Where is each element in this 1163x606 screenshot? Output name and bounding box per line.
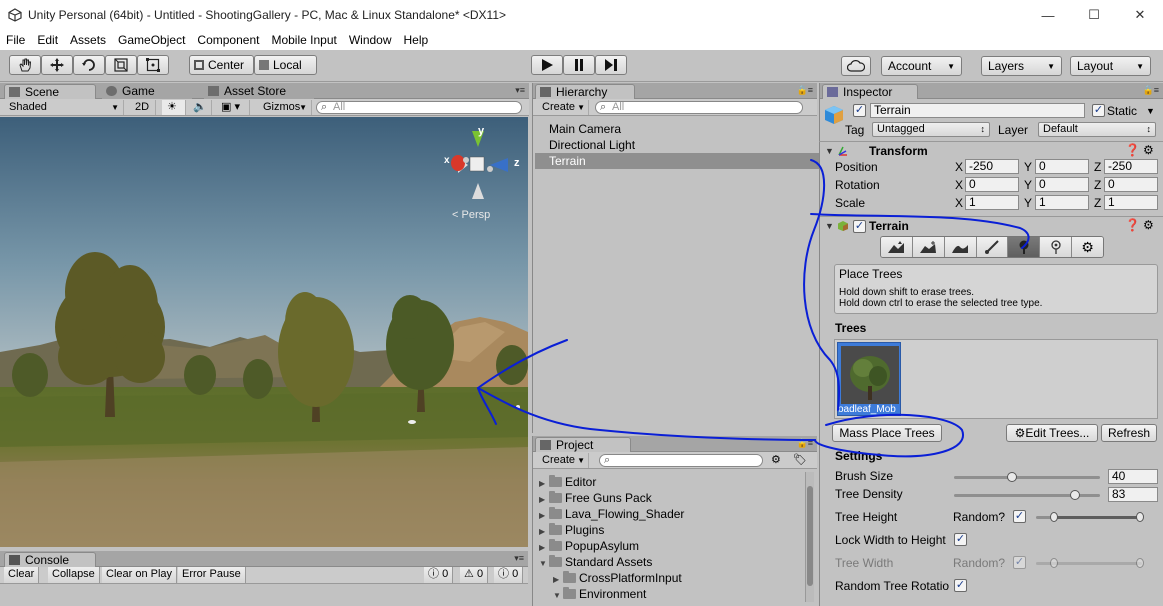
annotation-overlay	[477, 159, 1030, 458]
annotation-strokes	[477, 159, 1030, 458]
